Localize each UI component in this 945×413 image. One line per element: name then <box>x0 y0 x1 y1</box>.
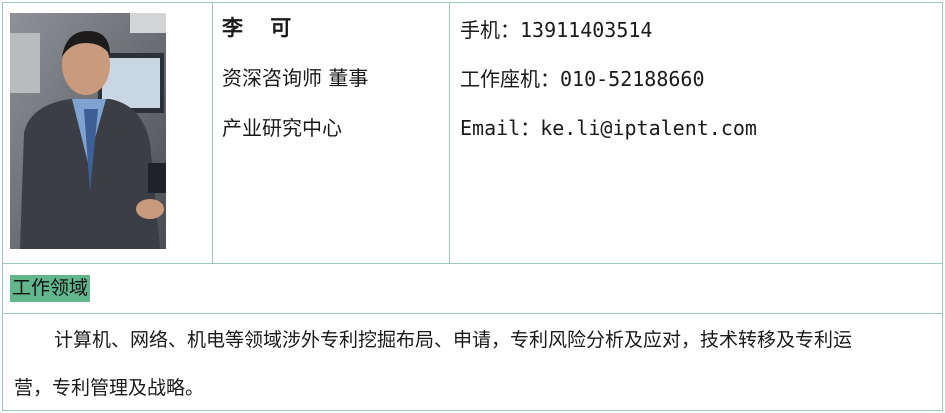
person-name: 李 可 <box>222 15 302 40</box>
divider-section-header <box>2 313 943 314</box>
person-department: 产业研究中心 <box>222 116 342 140</box>
office-label: 工作座机： <box>460 67 560 91</box>
divider-info <box>449 2 450 263</box>
person-photo-icon <box>10 13 166 249</box>
office-value: 010-52188660 <box>560 67 705 91</box>
mobile-value: 13911403514 <box>520 18 653 42</box>
office-row: 工作座机：010-52188660 <box>460 63 705 92</box>
profile-photo <box>10 13 166 249</box>
divider-top-section <box>2 263 943 264</box>
section-description-line1: 计算机、网络、机电等领域涉外专利挖掘布局、申请，专利风险分析及应对，技术转移及专… <box>54 329 853 351</box>
email-value[interactable]: ke.li@iptalent.com <box>540 116 757 140</box>
mobile-label: 手机： <box>460 18 520 42</box>
email-row: Email：ke.li@iptalent.com <box>460 112 757 141</box>
email-label: Email： <box>460 116 541 140</box>
divider-photo <box>212 2 213 263</box>
section-title: 工作领域 <box>10 275 91 302</box>
section-description-line2: 营，专利管理及战略。 <box>14 377 205 399</box>
person-position: 资深咨询师 董事 <box>222 66 369 90</box>
mobile-row: 手机：13911403514 <box>460 14 652 43</box>
